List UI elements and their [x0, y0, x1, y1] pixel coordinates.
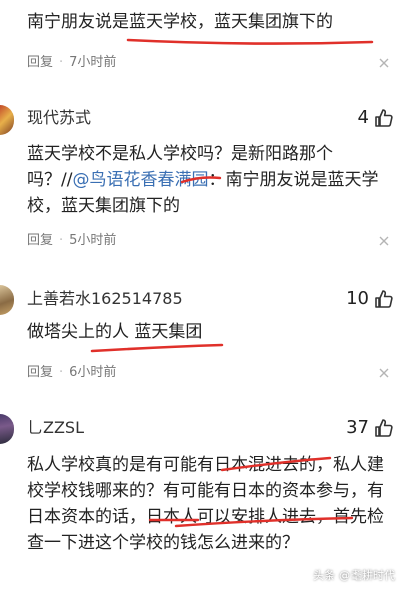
close-icon[interactable] — [379, 236, 389, 246]
comment-text: 私人学校真的是有可能有日本混进去的，私人建校学校钱哪来的？有可能有日本的资本参与… — [27, 455, 384, 553]
username[interactable]: 上善若水162514785 — [27, 289, 183, 309]
like-count: 37 — [346, 417, 369, 438]
timestamp: 5小时前 — [69, 233, 117, 248]
thumb-up-icon — [375, 109, 393, 127]
comment-3: 上善若水162514785 10 做塔尖上的人 蓝天集团 回复 · 6小时前 — [0, 285, 405, 395]
close-icon[interactable] — [379, 368, 389, 378]
like-button[interactable]: 37 — [346, 416, 393, 440]
comment-2: 现代苏式 4 蓝天学校不是私人学校吗？是新阳路那个吗？//@鸟语花香春满园：南宁… — [0, 100, 405, 260]
thumb-up-icon — [375, 290, 393, 308]
avatar[interactable] — [0, 414, 14, 444]
comment-meta: 回复 · 6小时前 — [27, 365, 117, 380]
reply-button[interactable]: 回复 — [27, 233, 53, 248]
close-icon[interactable] — [379, 58, 389, 68]
like-button[interactable]: 4 — [358, 106, 393, 130]
comment-4: 乚ZZSL 37 私人学校真的是有可能有日本混进去的，私人建校学校钱哪来的？有可… — [0, 412, 405, 595]
thumb-up-icon — [375, 419, 393, 437]
comment-text: 蓝天学校不是私人学校吗？是新阳路那个吗？//@鸟语花香春满园：南宁朋友说是蓝天学… — [27, 144, 379, 216]
like-count: 4 — [357, 107, 369, 128]
like-count: 10 — [346, 288, 369, 309]
avatar[interactable] — [0, 285, 14, 315]
comment-meta: 回复 · 5小时前 — [27, 233, 117, 248]
comment-text: 南宁朋友说是蓝天学校，蓝天集团旗下的 — [27, 12, 333, 32]
avatar[interactable] — [0, 105, 14, 135]
mention-link[interactable]: @鸟语花香春满园 — [72, 170, 208, 190]
comment-text: 做塔尖上的人 蓝天集团 — [27, 322, 203, 342]
like-button[interactable]: 10 — [346, 287, 393, 311]
reply-button[interactable]: 回复 — [27, 55, 53, 70]
timestamp: 6小时前 — [69, 365, 117, 380]
username[interactable]: 乚ZZSL — [27, 418, 84, 438]
username[interactable]: 现代苏式 — [27, 108, 91, 128]
timestamp: 7小时前 — [69, 55, 117, 70]
watermark: 头条 @ 耄耕时代 — [313, 568, 395, 583]
reply-button[interactable]: 回复 — [27, 365, 53, 380]
comment-meta: 回复 · 7小时前 — [27, 55, 117, 70]
comment-1: 南宁朋友说是蓝天学校，蓝天集团旗下的 回复 · 7小时前 — [0, 0, 405, 80]
